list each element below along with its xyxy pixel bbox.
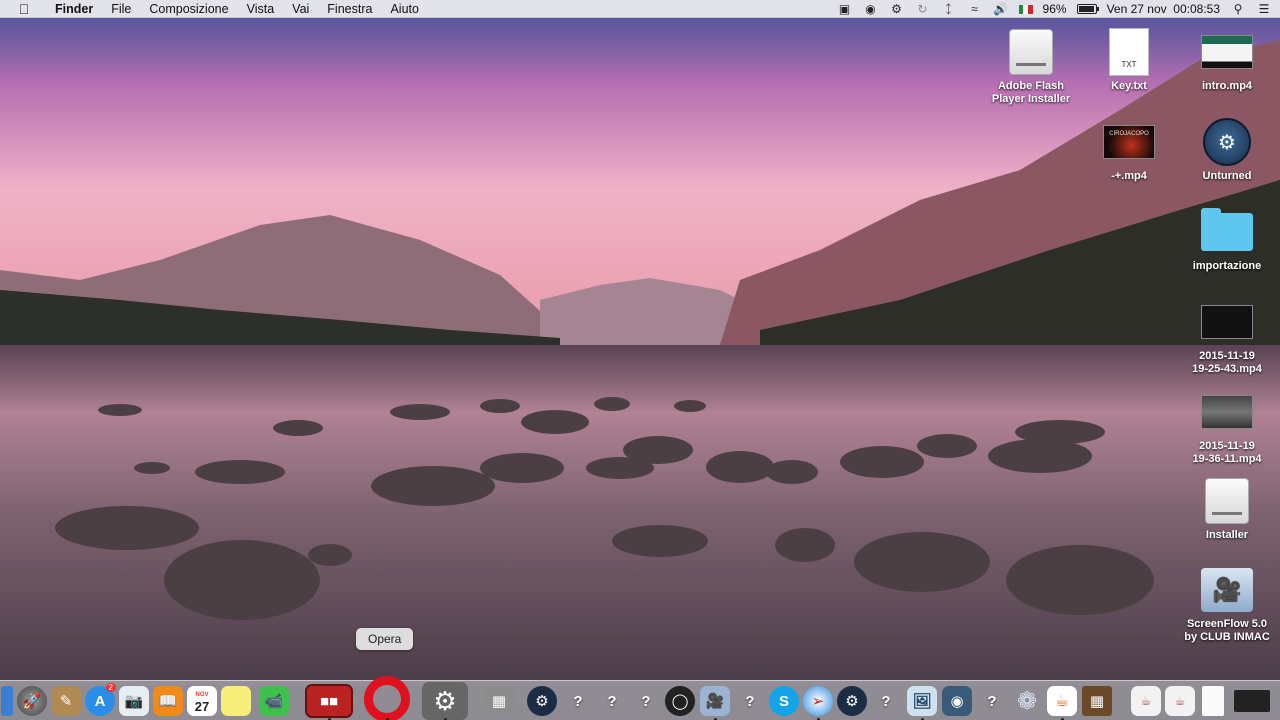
unknown-app-icon[interactable]: ? xyxy=(630,685,662,717)
screen-record-icon[interactable]: ▣ xyxy=(837,2,853,16)
menu-vai[interactable]: Vai xyxy=(283,0,318,18)
settings-gear-icon[interactable]: ❁ xyxy=(1010,685,1044,717)
wifi-icon[interactable]: ≈ xyxy=(967,2,983,16)
menu-composizione[interactable]: Composizione xyxy=(140,0,237,18)
desktop-icon-label: importazione xyxy=(1192,260,1262,272)
apple-menu-icon[interactable]:  xyxy=(16,1,32,17)
video-file-icon xyxy=(1201,26,1253,78)
desktop-icon-installer[interactable]: Installer xyxy=(1179,475,1275,542)
menu-bar:  Finder File Composizione Vista Vai Fin… xyxy=(0,0,1280,18)
java-icon[interactable]: ☕ xyxy=(1046,685,1078,720)
chrome-icon[interactable]: ◉ xyxy=(940,685,974,717)
battery-percent[interactable]: 96% xyxy=(1043,2,1067,16)
desktop-icon-screenflow[interactable]: 🎥 ScreenFlow 5.0 by CLUB INMAC xyxy=(1179,564,1275,644)
screenflow-icon: 🎥 xyxy=(1201,564,1253,616)
desktop-icon-label: -+.mp4 xyxy=(1111,170,1147,182)
video-file-icon xyxy=(1201,296,1253,348)
status-area: ▣ ◉ ⚙ ↻ ᛨ ≈ 🔊 96% Ven 27 nov 00:08:53 ⚲ … xyxy=(837,0,1272,18)
preview-icon[interactable]: 📷 xyxy=(118,685,150,717)
preview-icon[interactable]: 🖼 xyxy=(906,685,938,720)
ibooks-icon[interactable]: 📖 xyxy=(152,685,184,717)
disk-image-icon xyxy=(1201,475,1253,527)
app-store-icon[interactable]: A2 xyxy=(84,683,116,717)
desktop-icon-adobe-flash[interactable]: Adobe Flash Player Installer xyxy=(983,26,1079,106)
bluetooth-icon[interactable]: ᛨ xyxy=(941,2,957,16)
java-jar-icon[interactable]: ☕ xyxy=(1164,685,1196,717)
video-file-icon xyxy=(1201,386,1253,438)
minecraft-icon[interactable]: ▦ xyxy=(1080,685,1114,717)
menu-file[interactable]: File xyxy=(102,0,140,18)
battery-level-fill xyxy=(1078,6,1094,12)
desktop-icon-label: Unturned xyxy=(1202,170,1252,182)
calculator-icon[interactable]: ▦ xyxy=(480,685,518,717)
video-thumbnail-text: CIROJACOPO xyxy=(1103,125,1155,159)
desktop-icon-label: Installer xyxy=(1205,529,1249,541)
desktop-icon-video-192543[interactable]: 2015-11-19 19-25-43.mp4 xyxy=(1179,296,1275,376)
menu-finestra[interactable]: Finestra xyxy=(318,0,381,18)
clock[interactable]: Ven 27 nov 00:08:53 xyxy=(1107,2,1220,16)
menu-vista[interactable]: Vista xyxy=(238,0,284,18)
desktop-icon-key-txt[interactable]: TXT Key.txt xyxy=(1081,26,1177,93)
input-language-flag-icon[interactable] xyxy=(1018,4,1033,14)
folder-icon xyxy=(1201,206,1253,258)
file-type-badge: TXT xyxy=(1109,28,1149,76)
terminal-icon[interactable] xyxy=(1232,685,1272,717)
text-file-icon: TXT xyxy=(1103,26,1155,78)
desktop-icon-label: Adobe Flash Player Installer xyxy=(991,80,1071,105)
desktop-icon-video-193611[interactable]: 2015-11-19 19-36-11.mp4 xyxy=(1179,386,1275,466)
unknown-app-icon[interactable]: ? xyxy=(596,685,628,717)
unknown-app-icon[interactable]: ? xyxy=(562,685,594,717)
notification-center-icon[interactable]: ☰ xyxy=(1256,2,1272,16)
steam-icon: ⚙ xyxy=(1201,116,1253,168)
unknown-app-icon[interactable]: ? xyxy=(734,685,766,717)
steam-menu-icon[interactable]: ⚙ xyxy=(889,2,905,16)
safari-icon[interactable]: ➢ xyxy=(802,685,834,720)
desktop-wallpaper xyxy=(0,0,1280,685)
steam-icon[interactable]: ⚙ xyxy=(836,685,868,717)
unknown-app-icon[interactable]: ? xyxy=(976,685,1008,717)
menu-aiuto[interactable]: Aiuto xyxy=(381,0,428,18)
desktop-icon-label: intro.mp4 xyxy=(1201,80,1253,92)
dock: 🚀 ✎ A2 📷 📖 NOV 27 📹 ■■ ⚙ ▦ ⚙ ? ? ? ◯ 🎥 ? … xyxy=(0,676,1280,720)
desktop-icon-label: 2015-11-19 19-25-43.mp4 xyxy=(1192,350,1262,375)
notes-app-icon[interactable]: ✎ xyxy=(50,685,82,717)
desktop-icon-label: 2015-11-19 19-36-11.mp4 xyxy=(1192,440,1262,465)
disk-image-icon xyxy=(1005,26,1057,78)
desktop-icon-intro-mp4[interactable]: intro.mp4 xyxy=(1179,26,1275,93)
calendar-icon[interactable]: NOV 27 xyxy=(186,685,218,717)
battery-icon[interactable] xyxy=(1076,4,1099,14)
desktop-icon-label: Key.txt xyxy=(1111,80,1147,92)
launchpad-icon[interactable]: 🚀 xyxy=(16,685,48,717)
steam-icon[interactable]: ⚙ xyxy=(526,685,558,717)
desktop-icon-label: ScreenFlow 5.0 by CLUB INMAC xyxy=(1184,618,1270,643)
desktop-icon-plus-mp4[interactable]: CIROJACOPO -+.mp4 xyxy=(1081,116,1177,183)
calendar-day: 27 xyxy=(194,699,210,714)
dock-tooltip: Opera xyxy=(356,628,414,650)
desktop-icon-importazione[interactable]: importazione xyxy=(1179,206,1275,273)
skype-icon[interactable]: S xyxy=(768,685,800,717)
screenflow-menu-icon[interactable]: ◉ xyxy=(863,2,879,16)
opera-icon[interactable] xyxy=(360,676,414,720)
menu-app-name[interactable]: Finder xyxy=(46,0,102,18)
java-jar-icon[interactable]: ☕ xyxy=(1130,685,1162,717)
video-file-icon: CIROJACOPO xyxy=(1103,116,1155,168)
finder-icon[interactable] xyxy=(0,685,14,717)
notification-badge: 2 xyxy=(105,683,116,692)
time-machine-icon[interactable]: ↻ xyxy=(915,2,931,16)
spotlight-search-icon[interactable]: ⚲ xyxy=(1230,2,1246,16)
obs-icon[interactable]: ◯ xyxy=(664,685,696,717)
facetime-icon[interactable]: 📹 xyxy=(256,685,292,717)
photo-booth-icon[interactable]: ■■ xyxy=(304,684,354,720)
desktop-icon-unturned[interactable]: ⚙ Unturned xyxy=(1179,116,1275,183)
system-preferences-icon[interactable]: ⚙ xyxy=(420,682,470,720)
document-icon[interactable] xyxy=(1198,685,1228,717)
unknown-app-icon[interactable]: ? xyxy=(870,685,902,717)
screenflow-icon[interactable]: 🎥 xyxy=(698,685,732,720)
volume-icon[interactable]: 🔊 xyxy=(993,2,1009,16)
stickies-icon[interactable] xyxy=(220,685,252,717)
